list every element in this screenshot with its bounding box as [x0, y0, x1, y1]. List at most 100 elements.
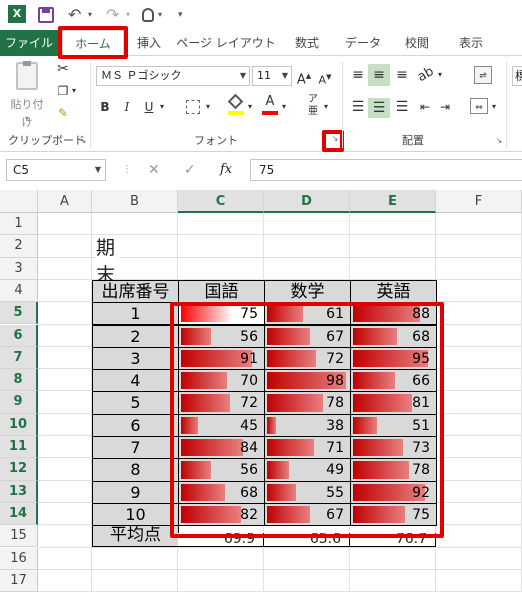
align-middle-icon[interactable]: ≡ [368, 64, 390, 86]
align-bottom-icon[interactable]: ≡ [392, 66, 412, 84]
average-label-cell: 平均点 [92, 525, 179, 548]
alignment-launcher-icon[interactable]: ↘ [494, 132, 504, 150]
row-header-2[interactable]: 2 [0, 235, 38, 258]
tab-page-layout[interactable]: ページ レイアウト [176, 30, 276, 56]
redo-icon[interactable]: ↷ [106, 5, 119, 25]
tab-insert[interactable]: 挿入 [126, 30, 172, 56]
column-header-b[interactable]: B [92, 190, 178, 213]
touch-dropdown-icon[interactable]: ▾ [158, 5, 162, 25]
insert-function-icon[interactable]: fx [220, 160, 232, 180]
bold-button[interactable]: B [98, 98, 112, 116]
formula-input[interactable]: 75 [250, 159, 522, 181]
borders-icon[interactable] [186, 100, 200, 114]
underline-dropdown-icon[interactable]: ▾ [158, 98, 166, 116]
group-separator [90, 62, 91, 148]
tab-formulas[interactable]: 数式 [280, 30, 334, 56]
paste-button[interactable]: 貼り付け ▾ [6, 61, 48, 129]
name-box[interactable]: C5 ▼ [6, 159, 106, 181]
phonetic-dropdown-icon[interactable]: ▾ [322, 98, 330, 116]
redo-dropdown-icon[interactable]: ▾ [126, 5, 130, 25]
enter-icon[interactable]: ✓ [184, 160, 196, 180]
font-group-label: フォント [194, 134, 238, 147]
align-left-icon[interactable]: ☰ [348, 98, 368, 116]
underline-button[interactable]: U [142, 98, 156, 116]
row-header-8[interactable]: 8 [0, 369, 38, 392]
row-header-9[interactable]: 9 [0, 391, 38, 414]
chevron-down-icon: ▼ [281, 71, 288, 80]
tab-data[interactable]: データ [336, 30, 390, 56]
column-header-e[interactable]: E [350, 190, 436, 213]
row-header-12[interactable]: 12 [0, 458, 38, 481]
student-id-cell: 10 [92, 502, 179, 527]
tab-view[interactable]: 表示 [446, 30, 496, 56]
column-header-a[interactable]: A [38, 190, 92, 213]
row-header-7[interactable]: 7 [0, 346, 38, 370]
table-header-cell: 数学 [264, 279, 351, 304]
orientation-dropdown-icon[interactable]: ▾ [436, 66, 444, 84]
merge-center-icon[interactable]: ⇔ [470, 98, 488, 114]
student-id-cell: 4 [92, 369, 179, 393]
grow-font-button[interactable]: A▲ [296, 67, 312, 89]
font-size-select[interactable]: 11 ▼ [252, 66, 292, 86]
customize-qat-icon[interactable]: ▾ [178, 5, 183, 25]
row-header-16[interactable]: 16 [0, 547, 38, 570]
chevron-down-icon: ▼ [239, 71, 246, 80]
select-all-corner[interactable] [0, 190, 38, 213]
row-header-17[interactable]: 17 [0, 569, 38, 593]
paste-dropdown-icon: ▾ [24, 114, 29, 123]
row-header-3[interactable]: 3 [0, 257, 38, 280]
excel-icon: X [8, 5, 26, 23]
align-top-icon[interactable]: ≡ [348, 66, 368, 84]
font-size-value: 11 [257, 69, 271, 82]
font-color-swatch [262, 111, 278, 115]
merge-dropdown-icon[interactable]: ▾ [490, 98, 498, 116]
italic-button[interactable]: I [120, 98, 134, 116]
undo-dropdown-icon[interactable]: ▾ [88, 5, 92, 25]
save-icon[interactable] [38, 7, 54, 23]
clipboard-launcher-icon[interactable]: ↘ [78, 132, 88, 150]
tab-review[interactable]: 校閲 [392, 30, 442, 56]
tab-file[interactable]: ファイル [0, 30, 58, 56]
column-header-f[interactable]: F [436, 190, 522, 213]
copy-dropdown-icon[interactable]: ▾ [70, 82, 78, 100]
row-header-1[interactable]: 1 [0, 213, 38, 236]
table-header-cell: 英語 [350, 279, 437, 304]
row-header-10[interactable]: 10 [0, 413, 38, 436]
row-header-15[interactable]: 15 [0, 525, 38, 548]
wrap-text-icon[interactable]: ⇌ [474, 66, 492, 84]
font-name-select[interactable]: ＭＳ Ｐゴシック ▼ [96, 66, 250, 86]
student-id-cell: 6 [92, 413, 179, 437]
phonetic-icon[interactable]: ア亜 [304, 94, 322, 118]
ribbon: 貼り付け ▾ ✂ ❐ ▾ ✎ クリップボード ↘ ＭＳ Ｐゴシック ▼ 11 ▼ A… [0, 56, 522, 152]
font-launcher-highlight [322, 130, 344, 152]
fill-color-icon[interactable] [227, 93, 244, 116]
fill-color-dropdown-icon[interactable]: ▾ [246, 98, 254, 116]
fill-color-swatch [228, 111, 244, 115]
column-header-d[interactable]: D [264, 190, 350, 213]
student-id-cell: 8 [92, 458, 179, 482]
shrink-font-button[interactable]: A▼ [318, 68, 332, 90]
student-id-cell: 5 [92, 391, 179, 415]
borders-dropdown-icon[interactable]: ▾ [204, 98, 212, 116]
row-header-13[interactable]: 13 [0, 480, 38, 503]
row-header-11[interactable]: 11 [0, 436, 38, 459]
increase-indent-icon[interactable]: ⇥ [436, 98, 454, 116]
touch-mode-icon[interactable] [142, 8, 154, 22]
align-center-icon[interactable]: ☰ [368, 98, 390, 118]
group-separator [342, 62, 343, 148]
column-header-c[interactable]: C [178, 190, 264, 213]
clipboard-group-label: クリップボード [8, 134, 85, 147]
font-color-icon[interactable]: A [262, 94, 278, 116]
row-header-5[interactable]: 5 [0, 302, 38, 325]
align-right-icon[interactable]: ☰ [392, 98, 412, 116]
row-header-4[interactable]: 4 [0, 279, 38, 303]
decrease-indent-icon[interactable]: ⇤ [416, 98, 434, 116]
cut-icon[interactable]: ✂ [54, 60, 72, 78]
row-header-6[interactable]: 6 [0, 324, 38, 347]
undo-icon[interactable]: ↶ [68, 5, 81, 25]
row-header-14[interactable]: 14 [0, 502, 38, 526]
number-format-select[interactable]: 標 [512, 66, 522, 86]
format-painter-icon[interactable]: ✎ [54, 104, 72, 122]
font-color-dropdown-icon[interactable]: ▾ [280, 98, 288, 116]
cancel-icon[interactable]: ✕ [148, 160, 160, 180]
